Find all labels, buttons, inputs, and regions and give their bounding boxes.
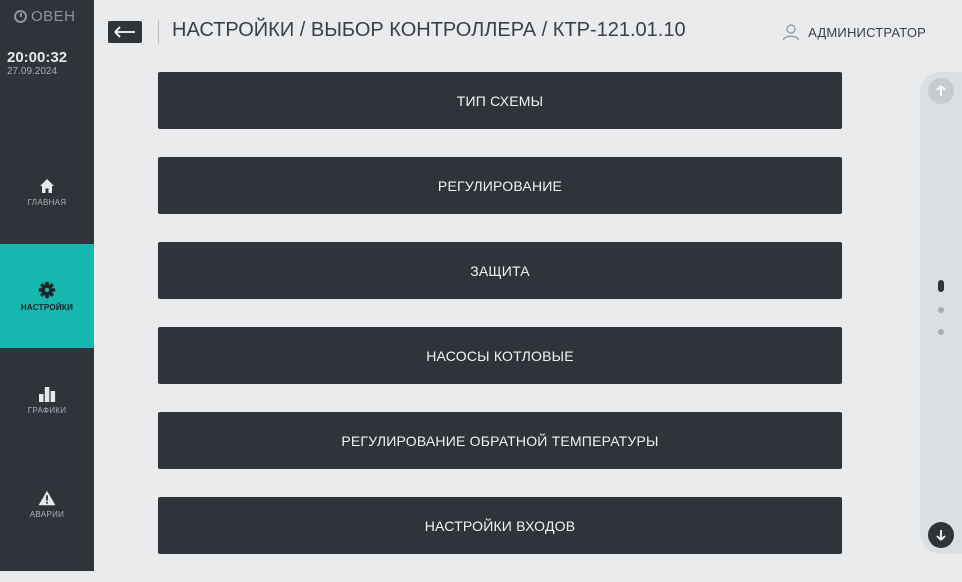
sidebar-item-alarms[interactable]: АВАРИИ: [0, 452, 94, 556]
menu-button-scheme-type[interactable]: ТИП СХЕМЫ: [158, 72, 842, 129]
breadcrumb: НАСТРОЙКИ / ВЫБОР КОНТРОЛЛЕРА / КТР-121.…: [172, 19, 686, 41]
clock-icon: [14, 10, 27, 23]
sidebar: ОВЕН 20:00:32 27.09.2024 ГЛАВНАЯ НАСТРОЙ…: [0, 0, 94, 571]
user-name: АДМИНИСТРАТОР: [808, 24, 926, 40]
settings-menu: ТИП СХЕМЫ РЕГУЛИРОВАНИЕ ЗАЩИТА НАСОСЫ КО…: [158, 72, 842, 582]
home-icon: [40, 178, 54, 193]
arrow-up-icon: [936, 85, 946, 96]
brand-logo: ОВЕН: [14, 8, 76, 25]
sidebar-item-home[interactable]: ГЛАВНАЯ: [0, 140, 94, 244]
header: НАСТРОЙКИ / ВЫБОР КОНТРОЛЛЕРА / КТР-121.…: [94, 0, 962, 62]
clock-date: 27.09.2024: [7, 66, 58, 77]
arrow-down-icon: [936, 530, 946, 541]
sidebar-item-label: ГЛАВНАЯ: [27, 197, 67, 207]
user-account[interactable]: АДМИНИСТРАТОР: [782, 23, 926, 41]
page-indicator-active: [938, 280, 944, 292]
menu-button-regulation[interactable]: РЕГУЛИРОВАНИЕ: [158, 157, 842, 214]
scrollbar[interactable]: [920, 72, 962, 554]
back-button[interactable]: [108, 21, 142, 43]
sidebar-item-label: ГРАФИКИ: [27, 405, 67, 415]
menu-button-protection[interactable]: ЗАЩИТА: [158, 242, 842, 299]
scroll-up-button[interactable]: [928, 78, 954, 104]
warning-icon: [38, 490, 56, 505]
menu-button-boiler-pumps[interactable]: НАСОСЫ КОТЛОВЫЕ: [158, 327, 842, 384]
sidebar-item-label: НАСТРОЙКИ: [20, 302, 74, 312]
clock-time: 20:00:32: [7, 49, 68, 66]
sidebar-item-settings[interactable]: НАСТРОЙКИ: [0, 244, 94, 348]
page-indicator: [938, 307, 944, 313]
menu-button-input-settings[interactable]: НАСТРОЙКИ ВХОДОВ: [158, 497, 842, 554]
bar-chart-icon: [39, 386, 56, 402]
user-icon: [782, 24, 800, 41]
arrow-left-icon: [114, 26, 135, 38]
gear-icon: [38, 281, 56, 298]
sidebar-item-label: АВАРИИ: [29, 509, 65, 519]
page-indicator: [938, 329, 944, 335]
sidebar-item-charts[interactable]: ГРАФИКИ: [0, 348, 94, 452]
header-divider: [158, 20, 159, 44]
scroll-down-button[interactable]: [928, 522, 954, 548]
brand-logo-text: ОВЕН: [31, 8, 76, 25]
menu-button-return-temperature[interactable]: РЕГУЛИРОВАНИЕ ОБРАТНОЙ ТЕМПЕРАТУРЫ: [158, 412, 842, 469]
